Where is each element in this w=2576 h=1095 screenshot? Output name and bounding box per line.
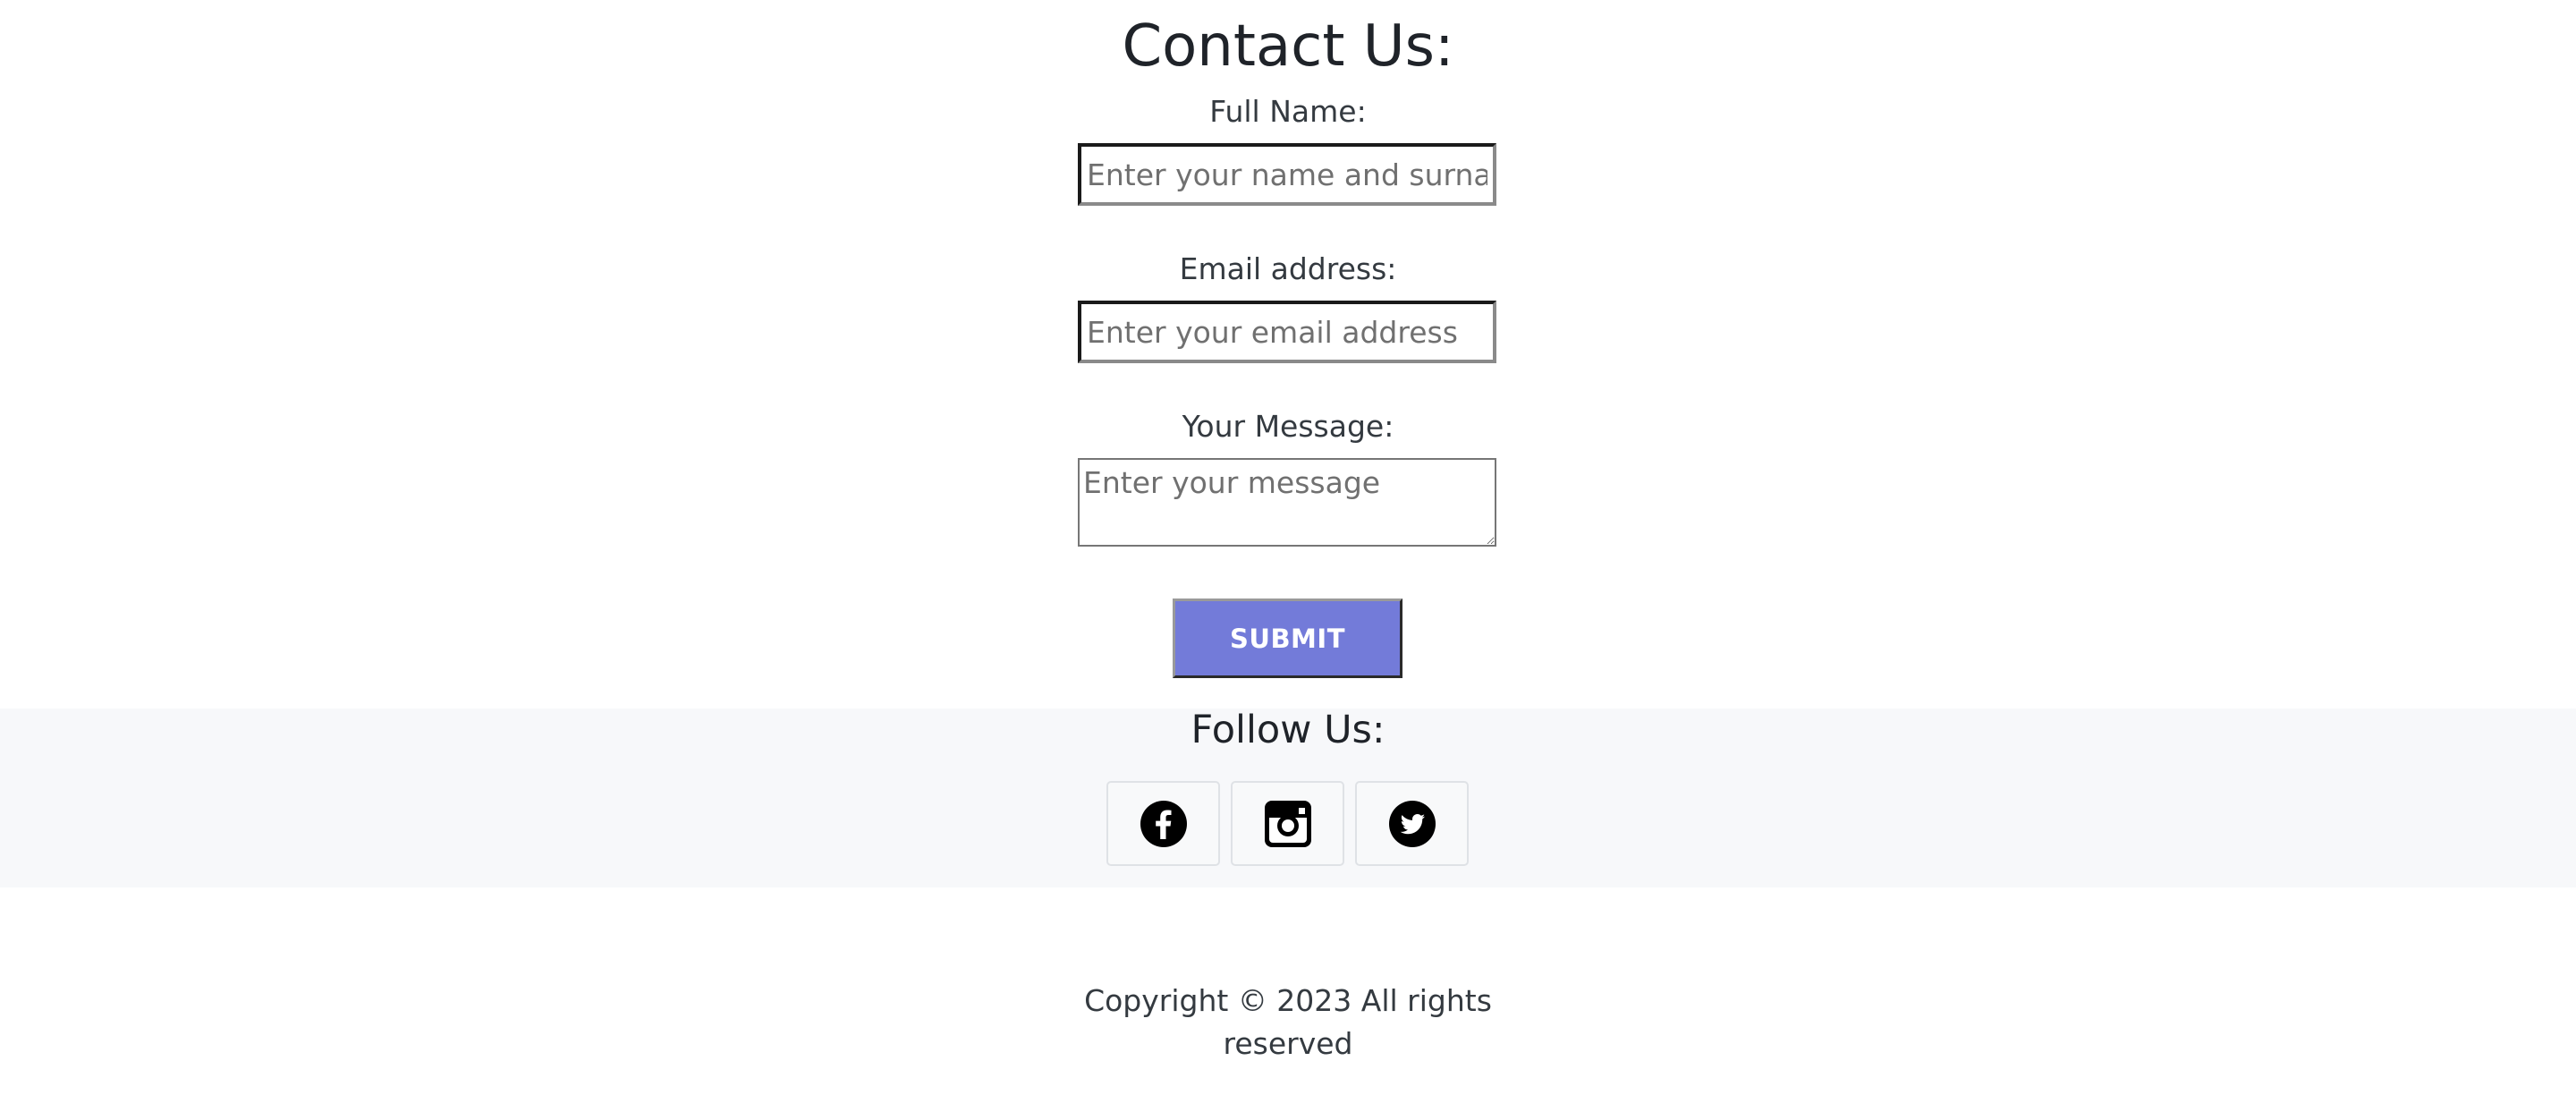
instagram-icon: [1264, 800, 1311, 847]
follow-title: Follow Us:: [1191, 708, 1385, 752]
instagram-button[interactable]: [1231, 781, 1344, 866]
submit-button[interactable]: SUBMIT: [1173, 598, 1402, 678]
full-name-label: Full Name:: [1209, 94, 1367, 129]
twitter-icon: [1388, 800, 1436, 847]
copyright-text: Copyright © 2023 All rights reserved: [0, 980, 2576, 1065]
message-textarea[interactable]: [1078, 458, 1496, 547]
facebook-button[interactable]: [1106, 781, 1220, 866]
page: Contact Us: Full Name: Email address: Yo…: [0, 0, 2576, 1095]
twitter-button[interactable]: [1355, 781, 1469, 866]
follow-section: Follow Us:: [0, 709, 2576, 887]
copyright-line-1: Copyright © 2023 All rights: [1084, 983, 1492, 1018]
full-name-input[interactable]: [1078, 143, 1496, 206]
email-input[interactable]: [1078, 301, 1496, 363]
email-label: Email address:: [1179, 251, 1397, 286]
message-label: Your Message:: [1182, 409, 1394, 444]
facebook-icon: [1140, 800, 1187, 847]
copyright-line-2: reserved: [1223, 1026, 1353, 1061]
contact-title: Contact Us:: [1122, 13, 1454, 80]
